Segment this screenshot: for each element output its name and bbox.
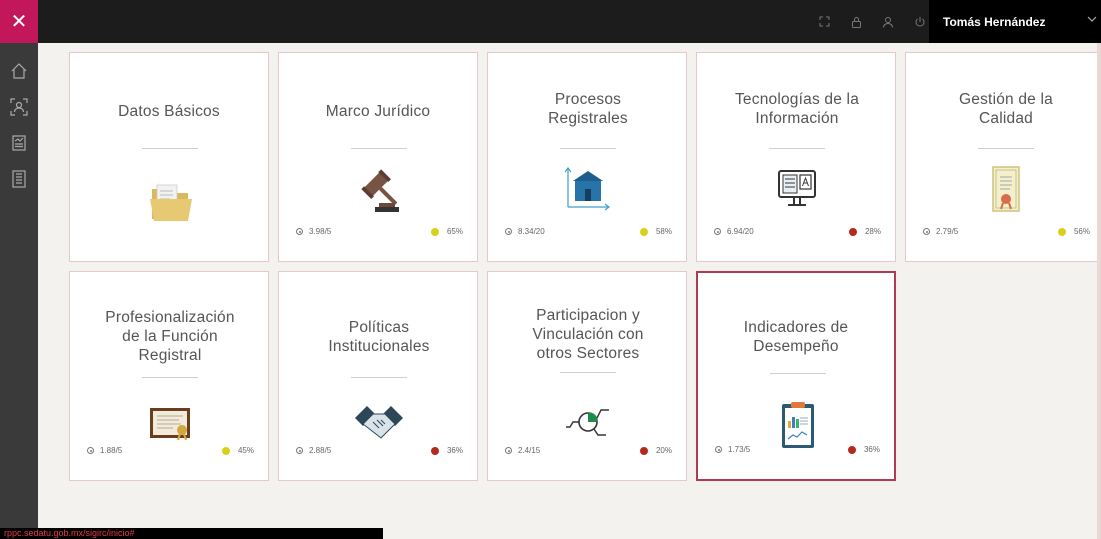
percentage: 45%	[221, 446, 254, 455]
card-title: Datos Básicos	[118, 103, 220, 120]
percentage: 20%	[639, 446, 672, 455]
target-icon	[715, 446, 722, 453]
gavel-icon	[361, 169, 399, 212]
percentage: 56%	[1057, 227, 1090, 236]
target-icon	[296, 228, 303, 235]
percentage: 36%	[847, 445, 880, 454]
card-procesos-registrales[interactable]: Procesos Registrales 8.34/20 58%	[487, 52, 687, 262]
status-dot	[430, 227, 439, 236]
document-icon[interactable]	[0, 161, 38, 197]
status-dot	[639, 446, 648, 455]
status-bar-url: rppc.sedatu.gob.mx/sigirc/inicio#	[0, 528, 383, 539]
network-icon	[566, 409, 609, 436]
sidebar	[0, 43, 38, 539]
user-name: Tomás Hernández	[943, 14, 1046, 29]
status-dot	[430, 446, 439, 455]
user-icon[interactable]	[872, 0, 904, 43]
score: 1.88/5	[87, 446, 122, 455]
folder-icon	[150, 184, 192, 221]
score: 6.94/20	[714, 227, 754, 236]
card-title: Participacion y Vinculación con otros Se…	[532, 307, 644, 362]
target-icon	[714, 228, 721, 235]
clipboard-chart-icon	[782, 402, 814, 448]
card-tecnologias[interactable]: Tecnologías de la Información 6.94/20 28…	[696, 52, 896, 262]
target-icon	[923, 228, 930, 235]
score: 8.34/20	[505, 227, 545, 236]
status-dot	[1057, 227, 1066, 236]
card-title: Tecnologías de la Información	[734, 91, 860, 127]
divider	[142, 377, 198, 378]
divider	[560, 372, 616, 373]
handshake-icon	[355, 406, 403, 439]
divider	[351, 148, 407, 149]
card-profesionalizacion[interactable]: Profesionalización de la Función Registr…	[69, 271, 269, 481]
top-toolbar	[808, 0, 936, 43]
diploma-icon	[150, 408, 190, 441]
close-button[interactable]: ✕	[0, 0, 38, 43]
percentage: 58%	[639, 227, 672, 236]
divider	[769, 148, 825, 149]
building-icon	[564, 167, 610, 211]
card-title: Procesos Registrales	[548, 91, 628, 127]
status-dot	[221, 446, 230, 455]
lock-icon[interactable]	[840, 0, 872, 43]
fullscreen-icon[interactable]	[808, 0, 840, 43]
card-title: Profesionalización de la Función Registr…	[105, 309, 235, 364]
target-icon	[87, 447, 94, 454]
card-indicadores[interactable]: Indicadores de Desempeño 1.73/5 36%	[696, 271, 896, 481]
certificate-icon	[992, 166, 1020, 212]
close-icon: ✕	[10, 11, 28, 33]
card-title: Gestión de la Calidad	[959, 91, 1053, 127]
target-icon	[296, 447, 303, 454]
card-title: Indicadores de Desempeño	[743, 319, 849, 355]
card-gestion-calidad[interactable]: Gestión de la Calidad 2.79/5 56%	[905, 52, 1101, 262]
user-scan-icon[interactable]	[0, 89, 38, 125]
home-icon[interactable]	[0, 53, 38, 89]
card-datos-basicos[interactable]: Datos Básicos	[69, 52, 269, 262]
user-menu[interactable]: Tomás Hernández	[929, 0, 1101, 43]
percentage: 65%	[430, 227, 463, 236]
percentage: 28%	[848, 227, 881, 236]
target-icon	[505, 447, 512, 454]
page-edge	[1097, 43, 1101, 539]
score: 3.98/5	[296, 227, 331, 236]
status-dot	[847, 445, 856, 454]
score: 2.88/5	[296, 446, 331, 455]
card-politicas[interactable]: Políticas Institucionales 2.88/5 36%	[278, 271, 478, 481]
target-icon	[505, 228, 512, 235]
score: 1.73/5	[715, 445, 750, 454]
divider	[978, 148, 1034, 149]
monitor-icon	[778, 170, 816, 206]
top-bar: ✕ Tomás Hernández	[0, 0, 1101, 43]
card-title: Políticas Institucionales	[328, 319, 430, 355]
report-icon[interactable]	[0, 125, 38, 161]
status-dot	[848, 227, 857, 236]
chevron-down-icon	[1087, 16, 1097, 22]
status-dot	[639, 227, 648, 236]
divider	[142, 148, 198, 149]
card-title: Marco Jurídico	[325, 103, 431, 120]
divider	[351, 377, 407, 378]
divider	[770, 373, 826, 374]
card-marco-juridico[interactable]: Marco Jurídico 3.98/5 65%	[278, 52, 478, 262]
percentage: 36%	[430, 446, 463, 455]
score: 2.79/5	[923, 227, 958, 236]
score: 2.4/15	[505, 446, 540, 455]
divider	[560, 148, 616, 149]
card-participacion[interactable]: Participacion y Vinculación con otros Se…	[487, 271, 687, 481]
